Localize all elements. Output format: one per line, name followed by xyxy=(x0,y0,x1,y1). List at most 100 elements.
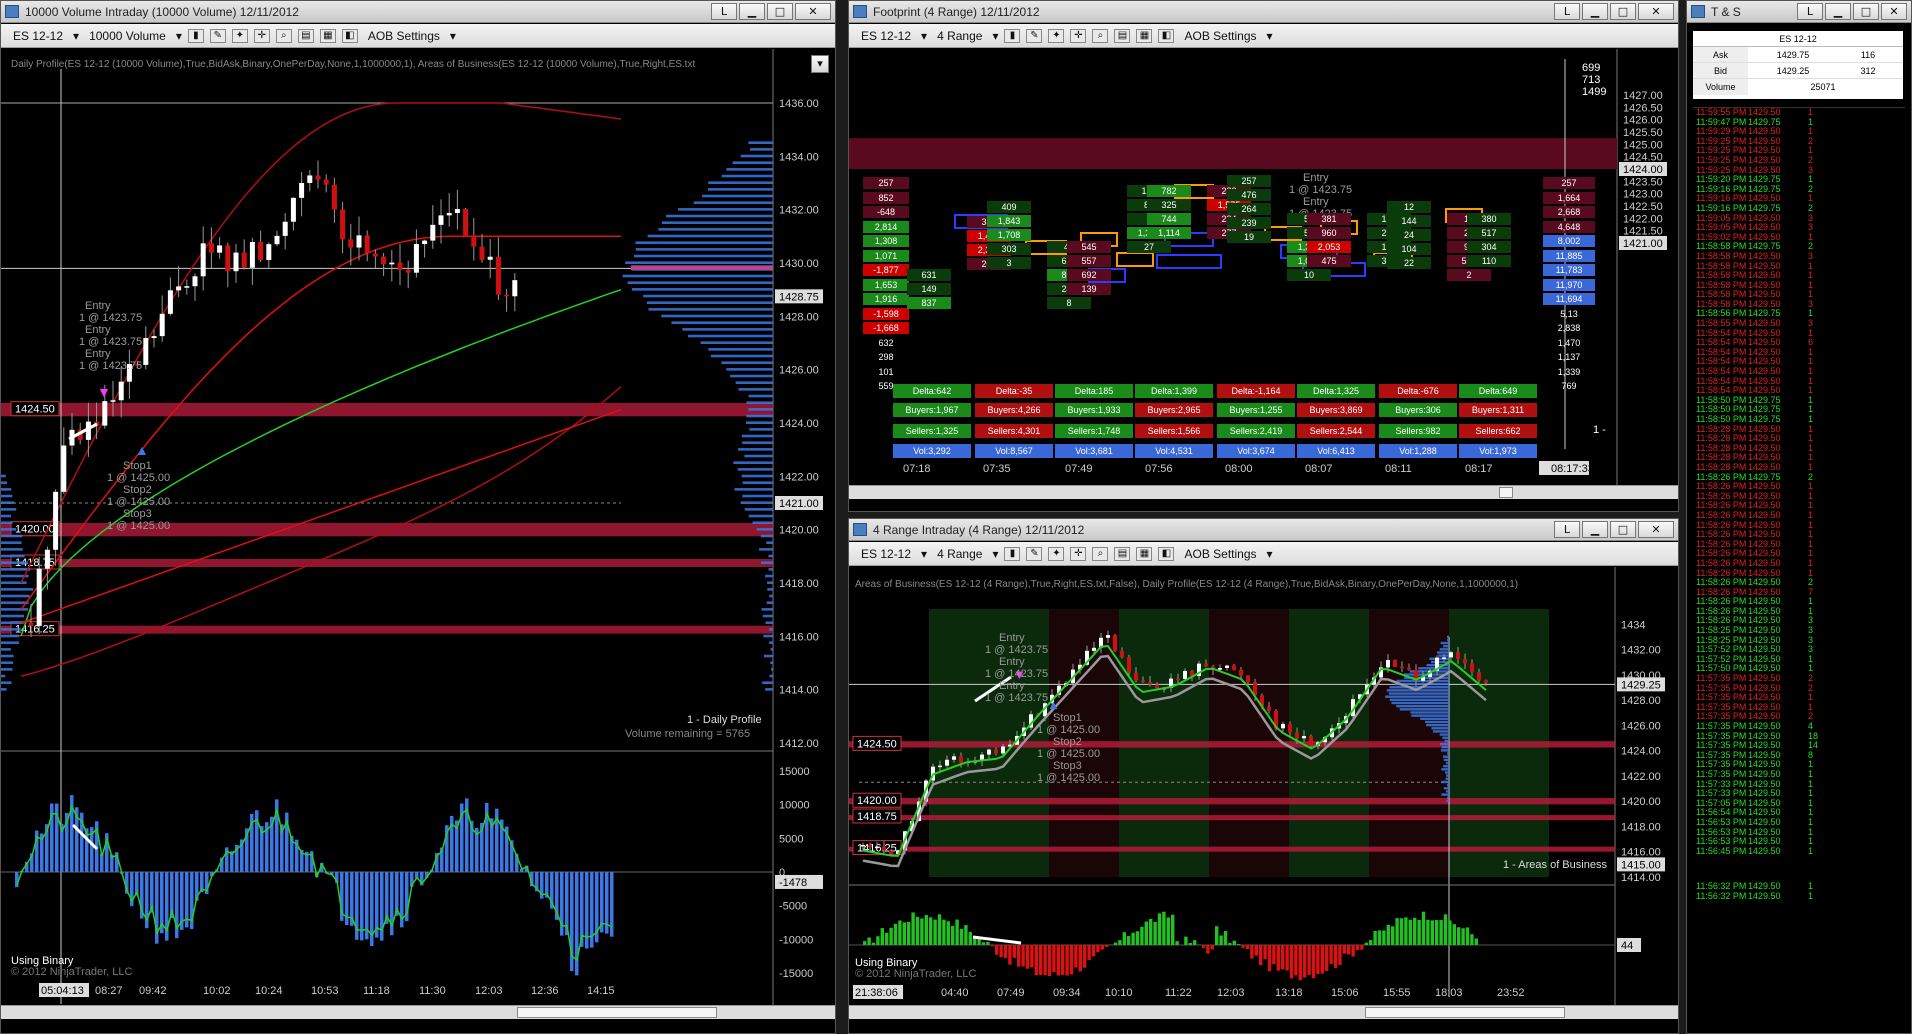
window-titlebar[interactable]: 10000 Volume Intraday (10000 Volume) 12/… xyxy=(1,1,835,23)
right-summary-cell: 1,339 xyxy=(1557,366,1581,377)
oscillator-bar xyxy=(1408,919,1412,945)
oscillator-bar xyxy=(999,945,1003,958)
bar-type-icon[interactable]: ▮ xyxy=(187,28,204,43)
chart-image-icon[interactable]: ▦ xyxy=(1136,546,1153,561)
close-button[interactable]: ✕ xyxy=(1638,3,1674,20)
trade-row[interactable]: 11:56:45 PM 1429.50 1 xyxy=(1693,846,1905,857)
volume-profile-bar xyxy=(748,141,773,144)
maximize-button[interactable]: □ xyxy=(1610,521,1636,538)
volume-profile-bar xyxy=(1441,768,1449,771)
trade-row[interactable]: 11:56:32 PM 1429.50 1 xyxy=(1693,891,1905,902)
link-button[interactable]: L xyxy=(1554,3,1580,20)
period-selector[interactable]: 4 Range xyxy=(933,27,986,45)
strategy-icon[interactable]: ◧ xyxy=(341,28,358,43)
candle-body xyxy=(331,184,337,210)
pencil-icon[interactable]: ✎ xyxy=(1026,546,1043,561)
horizontal-scrollbar[interactable] xyxy=(849,1005,1678,1019)
chevron-down-icon[interactable]: ▾ xyxy=(450,29,456,43)
range-chart[interactable]: 14341432.001430.001428.001426.001424.001… xyxy=(849,567,1678,1019)
aob-settings-menu[interactable]: AOB Settings xyxy=(1180,545,1260,563)
candle-body xyxy=(1001,746,1005,754)
strategy-icon[interactable]: ◧ xyxy=(1158,546,1175,561)
chevron-down-icon[interactable]: ▾ xyxy=(1267,29,1273,43)
volume-profile-bar xyxy=(1385,695,1449,698)
footprint-cell: 476 xyxy=(1227,189,1271,201)
minimize-button[interactable]: ▁ xyxy=(1825,3,1851,20)
strategy-icon[interactable]: ◧ xyxy=(1158,28,1175,43)
chevron-down-icon[interactable]: ▾ xyxy=(921,29,927,43)
buyers-cell: Buyers:1,255 xyxy=(1217,403,1295,417)
horizontal-scrollbar[interactable] xyxy=(1,1005,835,1019)
window-titlebar[interactable]: Footprint (4 Range) 12/11/2012 L ▁ □ ✕ xyxy=(849,1,1678,23)
chevron-down-icon[interactable]: ▾ xyxy=(921,547,927,561)
chevron-down-icon[interactable]: ▾ xyxy=(1267,547,1273,561)
window-titlebar[interactable]: 4 Range Intraday (4 Range) 12/11/2012 L … xyxy=(849,519,1678,541)
right-summary-cell: 11,885 xyxy=(1543,249,1595,262)
link-button[interactable]: L xyxy=(1797,3,1823,20)
oscillator-bar xyxy=(1320,945,1324,974)
panel-dropdown-button[interactable]: ▾ xyxy=(811,55,829,73)
crosshair-icon[interactable]: ✛ xyxy=(1070,28,1087,43)
period-selector[interactable]: 4 Range xyxy=(933,545,986,563)
link-button[interactable]: L xyxy=(1554,521,1580,538)
maximize-button[interactable]: □ xyxy=(1610,3,1636,20)
minimize-button[interactable]: ▁ xyxy=(1582,521,1608,538)
aob-title: 1 - Areas of Business xyxy=(1503,859,1607,871)
zoom-icon[interactable]: ⌕ xyxy=(1092,546,1109,561)
sellers-cell: Sellers:662 xyxy=(1459,424,1537,438)
volume-profile-bar xyxy=(1,561,29,564)
properties-icon[interactable]: ▤ xyxy=(297,28,314,43)
price-chart[interactable]: 1436.00 1434.00 1432.00 1430.00 1428.00 1426.… xyxy=(1,49,835,1017)
bar-type-icon[interactable]: ▮ xyxy=(1004,28,1021,43)
volume-profile-bar xyxy=(1,681,12,684)
wand-icon[interactable]: ✦ xyxy=(231,28,248,43)
close-button[interactable]: ✕ xyxy=(1881,3,1907,20)
delta-cell: Delta:-676 xyxy=(1379,384,1457,398)
maximize-button[interactable]: □ xyxy=(767,3,793,20)
instrument-selector[interactable]: ES 12-12 xyxy=(9,27,67,45)
properties-icon[interactable]: ▤ xyxy=(1114,28,1131,43)
oscillator-bar xyxy=(1382,930,1386,945)
minimize-button[interactable]: ▁ xyxy=(1582,3,1608,20)
bid-size: 312 xyxy=(1860,66,1876,76)
chevron-down-icon[interactable]: ▾ xyxy=(992,29,998,43)
zoom-icon[interactable]: ⌕ xyxy=(1092,28,1109,43)
chart-image-icon[interactable]: ▦ xyxy=(319,28,336,43)
aob-settings-menu[interactable]: AOB Settings xyxy=(364,27,444,45)
time-axis-label: 09:42 xyxy=(139,985,167,997)
properties-icon[interactable]: ▤ xyxy=(1114,546,1131,561)
link-button[interactable]: L xyxy=(711,3,737,20)
pencil-icon[interactable]: ✎ xyxy=(1026,28,1043,43)
wand-icon[interactable]: ✦ xyxy=(1048,28,1065,43)
chevron-down-icon[interactable]: ▾ xyxy=(176,29,182,43)
pencil-icon[interactable]: ✎ xyxy=(209,28,226,43)
period-selector[interactable]: 10000 Volume xyxy=(85,27,170,45)
wand-icon[interactable]: ✦ xyxy=(1048,546,1065,561)
instrument-selector[interactable]: ES 12-12 xyxy=(857,27,915,45)
area-of-business-zone xyxy=(849,815,1615,821)
volume-profile-bar xyxy=(770,648,773,651)
price-axis-label: 1428.00 xyxy=(779,311,819,323)
chevron-down-icon[interactable]: ▾ xyxy=(992,547,998,561)
close-button[interactable]: ✕ xyxy=(795,3,831,20)
minimize-button[interactable]: ▁ xyxy=(739,3,765,20)
time-and-sales-list[interactable]: 11:59:55 PM 1429.50 1 11:59:47 PM 1429.75 1 11… xyxy=(1693,107,1905,1027)
crosshair-icon[interactable]: ✛ xyxy=(1070,546,1087,561)
horizontal-scrollbar[interactable] xyxy=(849,485,1678,499)
oscillator-bar xyxy=(898,920,902,945)
bar-type-icon[interactable]: ▮ xyxy=(1004,546,1021,561)
maximize-button[interactable]: □ xyxy=(1853,3,1879,20)
oscillator-bar xyxy=(15,872,19,888)
instrument-selector[interactable]: ES 12-12 xyxy=(857,545,915,563)
chart-image-icon[interactable]: ▦ xyxy=(1136,28,1153,43)
crosshair-icon[interactable]: ✛ xyxy=(253,28,270,43)
close-button[interactable]: ✕ xyxy=(1638,521,1674,538)
candle-body xyxy=(1484,680,1488,683)
window-titlebar[interactable]: T & S L ▁ □ ✕ xyxy=(1687,1,1911,23)
candle-body xyxy=(36,568,42,626)
oscillator-bar xyxy=(1105,945,1109,948)
aob-settings-menu[interactable]: AOB Settings xyxy=(1180,27,1260,45)
oscillator-bar xyxy=(1157,913,1162,945)
chevron-down-icon[interactable]: ▾ xyxy=(73,29,79,43)
zoom-icon[interactable]: ⌕ xyxy=(275,28,292,43)
